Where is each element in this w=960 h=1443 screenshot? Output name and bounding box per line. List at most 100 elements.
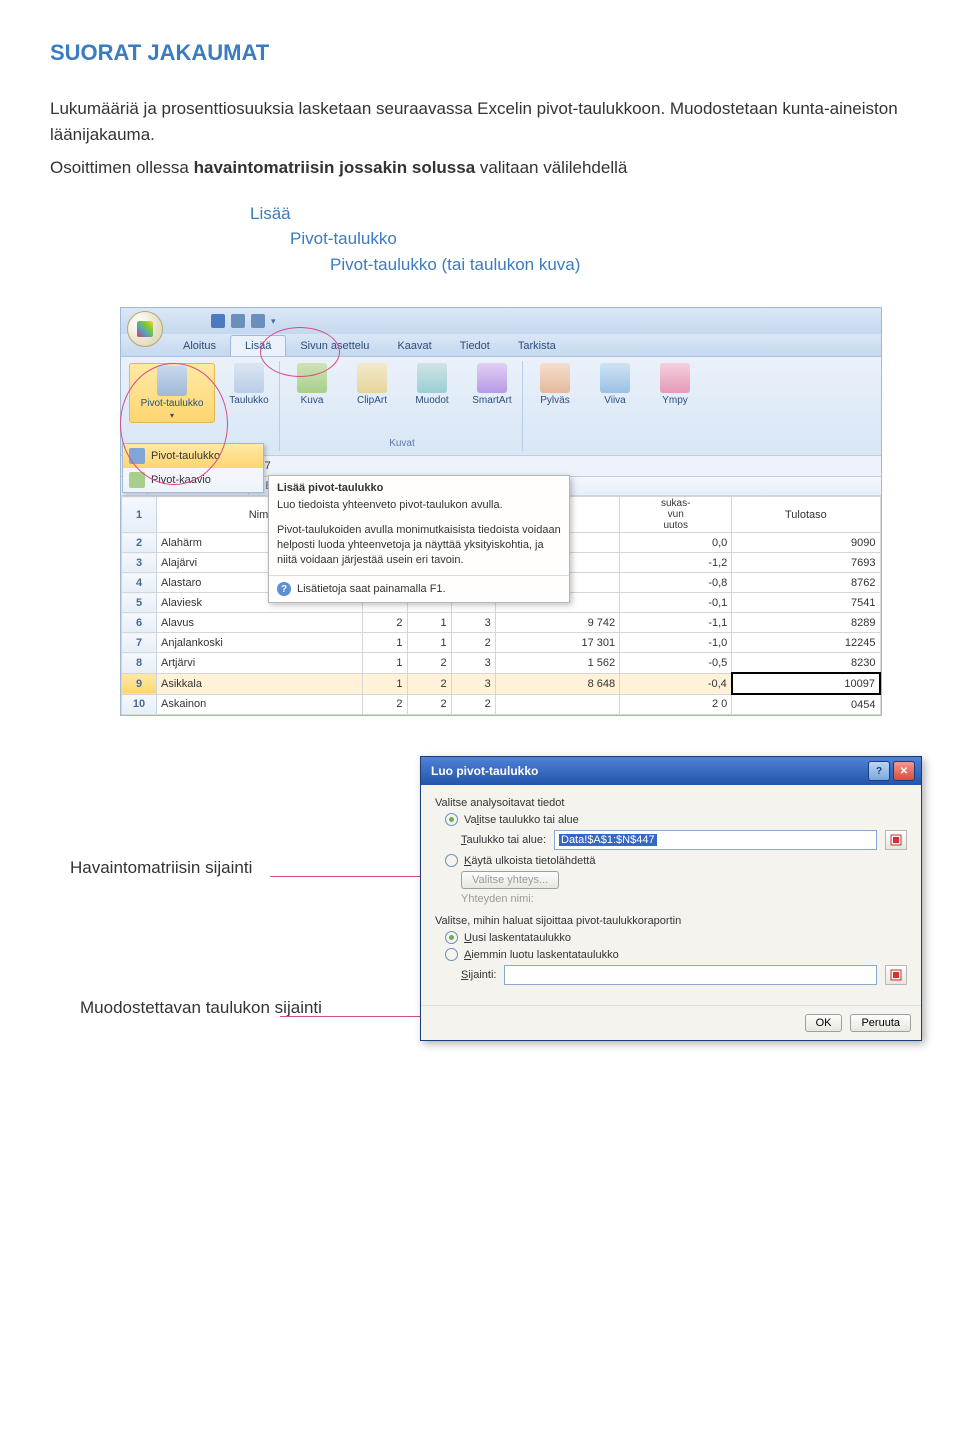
cell[interactable]: 1	[363, 673, 407, 694]
cell[interactable]: -0,8	[620, 573, 732, 593]
cell[interactable]: -1,2	[620, 553, 732, 573]
qat-dropdown-icon[interactable]: ▾	[271, 316, 276, 327]
cell[interactable]: 3	[451, 653, 495, 674]
clipart-button[interactable]: ClipArt	[346, 363, 398, 406]
cancel-button[interactable]: Peruuta	[850, 1014, 911, 1032]
row-header[interactable]: 10	[122, 694, 157, 715]
cell[interactable]: 2	[407, 673, 451, 694]
menu-path-block: Lisää Pivot-taulukko Pivot-taulukko (tai…	[250, 201, 910, 278]
cell[interactable]: 8762	[732, 573, 880, 593]
dialog-help-button[interactable]: ?	[868, 761, 890, 781]
pivot-table-button[interactable]: Pivot-taulukko ▾	[129, 363, 215, 423]
row-header[interactable]: 8	[122, 653, 157, 674]
cell[interactable]: 8 648	[495, 673, 619, 694]
header-cell[interactable]: sukas- vun uutos	[620, 497, 732, 533]
menu-path-1: Lisää	[250, 201, 910, 227]
tab-sivun-asettelu[interactable]: Sivun asettelu	[286, 336, 383, 356]
radio-1-label: Valitse taulukko tai alue	[464, 814, 579, 826]
smartart-icon	[477, 363, 507, 393]
row-header[interactable]: 4	[122, 573, 157, 593]
row-header[interactable]: 2	[122, 533, 157, 553]
row-header[interactable]: 1	[122, 497, 157, 533]
radio-existing-sheet[interactable]: Aiemmin luotu laskentataulukko	[445, 948, 907, 961]
cell[interactable]: 1 562	[495, 653, 619, 674]
cell[interactable]	[495, 694, 619, 715]
dialog-title-text: Luo pivot-taulukko	[431, 764, 538, 778]
cell[interactable]: 2	[407, 653, 451, 674]
cell[interactable]: -0,4	[620, 673, 732, 694]
cell[interactable]: 9 742	[495, 613, 619, 633]
cell[interactable]: 1	[363, 633, 407, 653]
tab-tiedot[interactable]: Tiedot	[446, 336, 504, 356]
cell[interactable]: 8230	[732, 653, 880, 674]
cell[interactable]: 10097	[732, 673, 880, 694]
tab-kaavat[interactable]: Kaavat	[383, 336, 445, 356]
row-header[interactable]: 7	[122, 633, 157, 653]
row-header[interactable]: 9	[122, 673, 157, 694]
table-button[interactable]: Taulukko	[223, 363, 275, 406]
cell[interactable]: 2	[363, 694, 407, 715]
cell[interactable]: 2	[451, 633, 495, 653]
pivot-chart-menu-item[interactable]: Pivot-kaavio	[123, 468, 263, 492]
cell[interactable]: 12245	[732, 633, 880, 653]
cell[interactable]: 3	[451, 673, 495, 694]
cell[interactable]: -0,5	[620, 653, 732, 674]
cell[interactable]: 9090	[732, 533, 880, 553]
table-row: 8Artjärvi1231 562-0,58230	[122, 653, 881, 674]
cell[interactable]: 2	[363, 613, 407, 633]
cell[interactable]: 7541	[732, 593, 880, 613]
radio-off-icon	[445, 854, 458, 867]
cell[interactable]: Artjärvi	[157, 653, 363, 674]
cell[interactable]: Askainon	[157, 694, 363, 715]
office-button[interactable]	[127, 311, 163, 347]
cell[interactable]: -0,1	[620, 593, 732, 613]
save-icon[interactable]	[211, 314, 225, 328]
row-header[interactable]: 5	[122, 593, 157, 613]
tab-aloitus[interactable]: Aloitus	[169, 336, 230, 356]
cell[interactable]: Alavus	[157, 613, 363, 633]
pie-chart-button[interactable]: Ympy	[649, 363, 701, 406]
cell[interactable]: 2	[407, 694, 451, 715]
dialog-close-button[interactable]: ✕	[893, 761, 915, 781]
cell[interactable]: 1	[407, 613, 451, 633]
cell[interactable]: 0454	[732, 694, 880, 715]
radio-new-sheet[interactable]: Uusi laskentataulukko	[445, 931, 907, 944]
tab-tarkista[interactable]: Tarkista	[504, 336, 570, 356]
cell[interactable]: 2 0	[620, 694, 732, 715]
range-input[interactable]: Data!$A$1:$N$447	[554, 830, 877, 850]
cell[interactable]: -1,1	[620, 613, 732, 633]
menu-path-2: Pivot-taulukko	[290, 226, 910, 252]
cell[interactable]: 3	[451, 613, 495, 633]
cell[interactable]: Asikkala	[157, 673, 363, 694]
cell[interactable]: 1	[363, 653, 407, 674]
ok-button[interactable]: OK	[805, 1014, 843, 1032]
picture-button[interactable]: Kuva	[286, 363, 338, 406]
shapes-button[interactable]: Muodot	[406, 363, 458, 406]
radio-select-table[interactable]: Valitse taulukko tai alue	[445, 813, 907, 826]
row-header[interactable]: 3	[122, 553, 157, 573]
cell[interactable]: 8289	[732, 613, 880, 633]
tab-lisaa[interactable]: Lisää	[230, 335, 286, 356]
cell[interactable]: 0,0	[620, 533, 732, 553]
cell[interactable]: Anjalankoski	[157, 633, 363, 653]
pivot-table-menu-item[interactable]: Pivot-taulukko	[123, 444, 263, 468]
cell[interactable]: 2	[451, 694, 495, 715]
location-select-button[interactable]	[885, 965, 907, 985]
row-header[interactable]: 6	[122, 613, 157, 633]
cell[interactable]: 7693	[732, 553, 880, 573]
desc-2b: havaintomatriisin jossakin solussa	[194, 158, 476, 177]
radio-external-source[interactable]: Käytä ulkoista tietolähdettä	[445, 854, 907, 867]
cell[interactable]: -1,0	[620, 633, 732, 653]
redo-icon[interactable]	[251, 314, 265, 328]
range-select-button[interactable]	[885, 830, 907, 850]
picture-icon	[297, 363, 327, 393]
line-chart-button[interactable]: Viiva	[589, 363, 641, 406]
range-label: Taulukko tai alue:	[461, 834, 546, 846]
undo-icon[interactable]	[231, 314, 245, 328]
cell[interactable]: 17 301	[495, 633, 619, 653]
header-cell[interactable]: Tulotaso	[732, 497, 880, 533]
column-chart-button[interactable]: Pylväs	[529, 363, 581, 406]
tooltip-title: Lisää pivot-taulukko	[269, 476, 569, 496]
smartart-button[interactable]: SmartArt	[466, 363, 518, 406]
cell[interactable]: 1	[407, 633, 451, 653]
